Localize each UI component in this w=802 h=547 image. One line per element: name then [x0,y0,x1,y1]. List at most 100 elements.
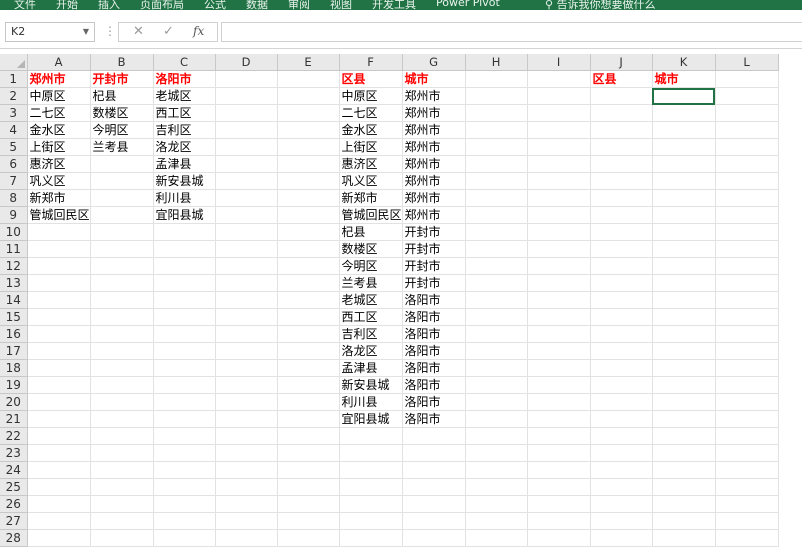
row-header[interactable]: 24 [0,461,28,480]
column-header[interactable]: D [215,54,278,72]
cell-d8[interactable] [215,189,278,208]
row-header[interactable]: 13 [0,274,28,293]
row-header[interactable]: 21 [0,410,28,429]
cell-h12[interactable] [465,257,528,276]
cell-i6[interactable] [527,155,591,174]
cell-f23[interactable] [339,444,403,463]
cell-j23[interactable] [590,444,653,463]
cell-f24[interactable] [339,461,403,480]
cell-b13[interactable] [90,274,154,293]
cell-k6[interactable] [652,155,716,174]
cell-h10[interactable] [465,223,528,242]
ribbon-tab[interactable]: 审阅 [288,0,310,10]
cell-j12[interactable] [590,257,653,276]
cell-l22[interactable] [715,427,779,446]
cell-a17[interactable] [27,342,91,361]
cell-e6[interactable] [277,155,340,174]
cell-l11[interactable] [715,240,779,259]
cell-l28[interactable] [715,529,779,547]
cell-h19[interactable] [465,376,528,395]
row-header[interactable]: 17 [0,342,28,361]
cell-k10[interactable] [652,223,716,242]
cell-h8[interactable] [465,189,528,208]
cell-l25[interactable] [715,478,779,497]
cell-a15[interactable] [27,308,91,327]
cell-f17[interactable]: 洛龙区 [339,342,403,361]
cell-l23[interactable] [715,444,779,463]
cell-k14[interactable] [652,291,716,310]
ribbon-tab[interactable]: 视图 [330,0,352,10]
select-all-corner[interactable] [0,54,28,72]
cell-g15[interactable]: 洛阳市 [402,308,466,327]
cell-i9[interactable] [527,206,591,225]
cell-d1[interactable] [215,70,278,89]
cell-c19[interactable] [153,376,216,395]
cell-k7[interactable] [652,172,716,191]
cell-c20[interactable] [153,393,216,412]
cell-d21[interactable] [215,410,278,429]
row-header[interactable]: 15 [0,308,28,327]
column-header[interactable]: A [27,54,91,72]
cell-e23[interactable] [277,444,340,463]
cell-b21[interactable] [90,410,154,429]
cell-f3[interactable]: 二七区 [339,104,403,123]
cell-a26[interactable] [27,495,91,514]
cell-i16[interactable] [527,325,591,344]
cell-f28[interactable] [339,529,403,547]
cell-b14[interactable] [90,291,154,310]
cell-c26[interactable] [153,495,216,514]
cell-j22[interactable] [590,427,653,446]
cell-k2[interactable] [652,87,716,106]
cell-l21[interactable] [715,410,779,429]
cell-l26[interactable] [715,495,779,514]
cell-f10[interactable]: 杞县 [339,223,403,242]
drag-handle-icon[interactable]: ⋮ [104,24,116,38]
cell-h1[interactable] [465,70,528,89]
cell-i3[interactable] [527,104,591,123]
cell-i7[interactable] [527,172,591,191]
cell-j27[interactable] [590,512,653,531]
cell-k11[interactable] [652,240,716,259]
cell-g27[interactable] [402,512,466,531]
cell-b27[interactable] [90,512,154,531]
tell-me-search[interactable]: ⚲ 告诉我你想要做什么 [545,0,656,10]
enter-icon[interactable]: ✓ [163,24,174,39]
column-header[interactable]: K [652,54,716,72]
cell-c9[interactable]: 宜阳县城 [153,206,216,225]
cell-f13[interactable]: 兰考县 [339,274,403,293]
cell-l18[interactable] [715,359,779,378]
cell-h17[interactable] [465,342,528,361]
cell-e28[interactable] [277,529,340,547]
cell-f14[interactable]: 老城区 [339,291,403,310]
cell-c14[interactable] [153,291,216,310]
cell-i12[interactable] [527,257,591,276]
column-header[interactable]: H [465,54,528,72]
row-header[interactable]: 20 [0,393,28,412]
cell-e22[interactable] [277,427,340,446]
row-header[interactable]: 16 [0,325,28,344]
ribbon-tab[interactable]: 页面布局 [140,0,184,10]
cell-i5[interactable] [527,138,591,157]
cell-i26[interactable] [527,495,591,514]
cell-k17[interactable] [652,342,716,361]
cell-f16[interactable]: 吉利区 [339,325,403,344]
cell-c10[interactable] [153,223,216,242]
cell-d10[interactable] [215,223,278,242]
cell-g20[interactable]: 洛阳市 [402,393,466,412]
cell-g8[interactable]: 郑州市 [402,189,466,208]
cell-l24[interactable] [715,461,779,480]
cell-g23[interactable] [402,444,466,463]
cell-g18[interactable]: 洛阳市 [402,359,466,378]
cell-d19[interactable] [215,376,278,395]
cell-h25[interactable] [465,478,528,497]
cell-l13[interactable] [715,274,779,293]
cell-k16[interactable] [652,325,716,344]
row-header[interactable]: 2 [0,87,28,106]
cell-h7[interactable] [465,172,528,191]
cell-a11[interactable] [27,240,91,259]
cell-f22[interactable] [339,427,403,446]
cell-b26[interactable] [90,495,154,514]
cell-h5[interactable] [465,138,528,157]
cell-g10[interactable]: 开封市 [402,223,466,242]
cell-e26[interactable] [277,495,340,514]
